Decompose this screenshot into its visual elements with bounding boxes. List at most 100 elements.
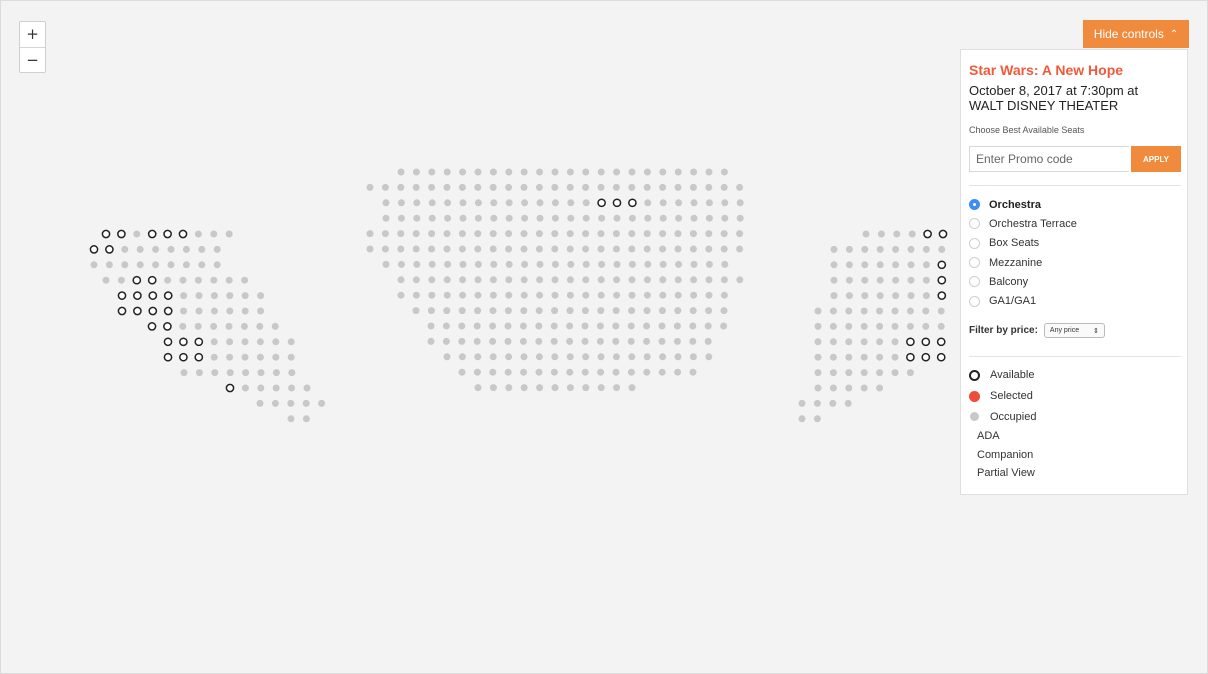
occupied-seat xyxy=(256,399,264,407)
occupied-seat xyxy=(922,245,930,253)
occupied-seat xyxy=(597,353,605,361)
occupied-seat xyxy=(643,337,651,345)
available-seat[interactable] xyxy=(921,337,931,347)
occupied-seat xyxy=(412,230,420,238)
available-seat[interactable] xyxy=(906,352,915,362)
available-seat[interactable] xyxy=(117,306,127,316)
occupied-seat xyxy=(689,353,697,361)
occupied-seat xyxy=(194,230,202,238)
available-seat[interactable] xyxy=(937,275,947,285)
section-option-orchestra-terrace[interactable]: Orchestra Terrace xyxy=(969,214,1077,233)
occupied-seat xyxy=(690,276,698,284)
occupied-seat xyxy=(720,245,728,253)
occupied-seat xyxy=(844,399,852,407)
occupied-seat xyxy=(690,199,698,207)
occupied-seat xyxy=(489,307,497,315)
occupied-seat xyxy=(551,307,559,315)
available-seat[interactable] xyxy=(147,229,157,239)
available-seat[interactable] xyxy=(921,352,931,362)
section-option-balcony[interactable]: Balcony xyxy=(969,272,1077,291)
zoom-in-button[interactable]: + xyxy=(20,22,45,47)
available-seat[interactable] xyxy=(163,229,172,239)
available-seat[interactable] xyxy=(147,275,157,285)
radio-icon xyxy=(969,276,980,288)
available-seat[interactable] xyxy=(937,291,947,300)
occupied-seat xyxy=(318,399,326,407)
available-seat[interactable] xyxy=(179,337,188,347)
right-section xyxy=(798,229,948,423)
available-seat[interactable] xyxy=(163,337,173,347)
section-option-ga1[interactable]: GA1/GA1 xyxy=(969,291,1077,310)
available-seat[interactable] xyxy=(163,322,172,331)
occupied-seat xyxy=(566,291,574,299)
available-seat[interactable] xyxy=(936,337,946,347)
hide-controls-button[interactable]: Hide controls ⌃ xyxy=(1083,20,1189,48)
available-seat[interactable] xyxy=(628,198,637,208)
available-seat[interactable] xyxy=(148,306,158,316)
occupied-seat xyxy=(597,276,605,284)
available-seat[interactable] xyxy=(147,322,157,331)
occupied-seat xyxy=(644,199,652,207)
occupied-seat xyxy=(612,307,620,315)
zoom-out-button[interactable]: − xyxy=(20,47,45,72)
available-seat[interactable] xyxy=(937,260,947,270)
section-option-box-seats[interactable]: Box Seats xyxy=(969,234,1077,253)
available-seat[interactable] xyxy=(938,229,948,239)
occupied-seat xyxy=(907,245,915,253)
occupied-seat xyxy=(861,245,869,253)
occupied-seat xyxy=(613,384,621,392)
available-seat[interactable] xyxy=(178,229,188,239)
available-seat[interactable] xyxy=(612,198,622,208)
available-seat[interactable] xyxy=(163,291,173,300)
occupied-seat xyxy=(829,369,837,377)
available-seat[interactable] xyxy=(163,306,173,316)
occupied-seat xyxy=(382,199,390,207)
occupied-seat xyxy=(519,337,527,345)
available-seat[interactable] xyxy=(89,245,99,254)
available-seat[interactable] xyxy=(105,245,114,254)
occupied-seat xyxy=(182,261,190,269)
available-seat[interactable] xyxy=(225,383,235,393)
available-seat[interactable] xyxy=(906,337,915,347)
occupied-seat xyxy=(892,261,900,269)
available-seat[interactable] xyxy=(163,352,173,362)
available-seat[interactable] xyxy=(133,291,142,300)
occupied-seat xyxy=(136,261,144,269)
available-seat[interactable] xyxy=(936,352,946,362)
available-seat[interactable] xyxy=(133,306,142,316)
available-seat[interactable] xyxy=(194,352,204,362)
occupied-seat xyxy=(412,183,420,191)
available-seat[interactable] xyxy=(132,275,142,285)
controls-panel: Star Wars: A New Hope October 8, 2017 at… xyxy=(960,49,1188,495)
price-select[interactable]: Any price ⇕ xyxy=(1043,323,1105,338)
available-seat[interactable] xyxy=(101,229,111,239)
section-option-orchestra[interactable]: Orchestra xyxy=(969,195,1077,214)
available-seat[interactable] xyxy=(117,291,127,300)
occupied-seat xyxy=(520,276,528,284)
occupied-seat xyxy=(225,276,233,284)
occupied-seat xyxy=(582,199,590,207)
occupied-seat xyxy=(550,368,558,376)
available-seat[interactable] xyxy=(597,198,606,208)
occupied-seat xyxy=(442,322,450,330)
occupied-seat xyxy=(428,183,436,191)
available-seat[interactable] xyxy=(117,229,126,239)
available-seat[interactable] xyxy=(923,229,932,239)
occupied-seat xyxy=(412,168,420,176)
available-seat[interactable] xyxy=(148,291,158,300)
promo-code-input[interactable] xyxy=(969,146,1129,172)
best-seats-label: Choose Best Available Seats xyxy=(969,125,1085,135)
occupied-seat xyxy=(829,353,837,361)
occupied-seat xyxy=(287,353,295,361)
occupied-seat xyxy=(179,322,187,330)
section-option-mezzanine[interactable]: Mezzanine xyxy=(969,253,1077,272)
occupied-seat xyxy=(152,245,160,253)
available-seat[interactable] xyxy=(194,337,204,347)
occupied-seat xyxy=(813,399,821,407)
occupied-seat xyxy=(675,260,683,268)
occupied-seat xyxy=(643,168,651,176)
apply-button[interactable]: APPLY xyxy=(1131,146,1181,172)
available-seat[interactable] xyxy=(179,352,188,362)
occupied-seat xyxy=(705,291,713,299)
occupied-seat xyxy=(705,276,713,284)
